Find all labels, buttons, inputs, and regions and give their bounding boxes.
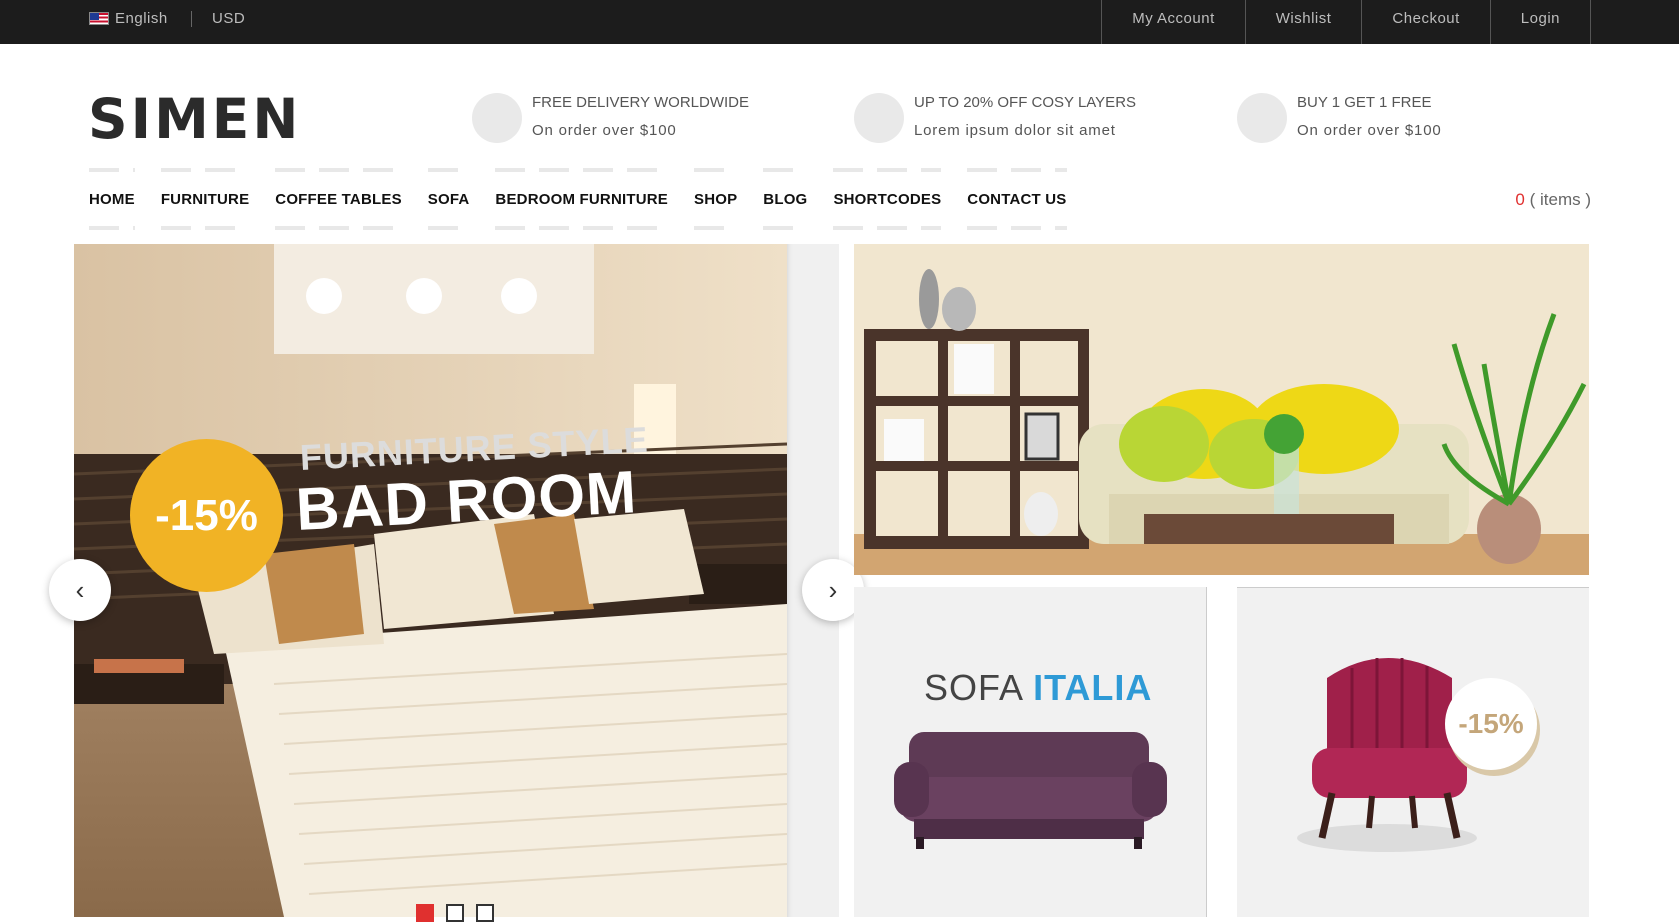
banner-living-room[interactable] [854,244,1589,575]
hero-slide-bedroom[interactable]: -15% FURNITURE STYLE BAD ROOM [74,244,787,917]
nav-link-furniture[interactable]: FURNITURE [161,168,249,232]
promo-subtitle: Lorem ipsum dolor sit amet [914,122,1116,139]
nav-item-shop: SHOP [693,168,738,232]
nav-link-shop[interactable]: SHOP [694,168,737,232]
promo-discount: UP TO 20% OFF COSY LAYERS Lorem ipsum do… [854,93,1136,143]
nav-link-blog[interactable]: BLOG [763,168,807,232]
banner-sofa-italia[interactable]: SOFA ITALIA [854,587,1207,917]
nav-item-shortcodes: SHORTCODES [833,168,942,232]
nav-item-furniture: FURNITURE [160,168,250,232]
banner-armchair[interactable]: -15% [1237,587,1589,917]
promo-title: FREE DELIVERY WORLDWIDE [532,94,749,111]
site-logo[interactable]: SIMEN [88,90,301,148]
discount-badge: -15% [130,439,283,592]
chair-discount-badge: -15% [1445,678,1537,770]
promo-title: BUY 1 GET 1 FREE [1297,94,1432,111]
chevron-right-icon: › [828,574,838,605]
gift-icon [1237,93,1287,143]
nav-link-coffee-tables[interactable]: COFFEE TABLES [275,168,402,232]
nav-link-contact-us[interactable]: CONTACT US [967,168,1066,232]
login-link[interactable]: Login [1491,0,1591,44]
currency-selector[interactable]: USD [212,10,245,27]
living-room-image [854,244,1589,575]
nav-link-bedroom-furniture[interactable]: BEDROOM FURNITURE [495,168,668,232]
discount-icon [854,93,904,143]
language-label: English [115,10,168,27]
checkout-link[interactable]: Checkout [1362,0,1491,44]
nav-item-contact-us: CONTACT US [967,168,1067,232]
promo-subtitle: On order over $100 [532,122,677,139]
slider-pagination [416,904,494,922]
slider-dot-2[interactable] [446,904,464,922]
main-navigation: HOME FURNITURE COFFEE TABLES SOFA BEDROO… [89,168,1093,230]
slider-dot-1[interactable] [416,904,434,922]
slider-dot-3[interactable] [476,904,494,922]
chevron-left-icon: ‹ [75,574,85,605]
nav-link-shortcodes[interactable]: SHORTCODES [833,168,941,232]
nav-link-home[interactable]: HOME [89,168,135,232]
promo-title: UP TO 20% OFF COSY LAYERS [914,94,1137,111]
topbar-divider [191,11,192,27]
nav-item-blog: BLOG [763,168,808,232]
promo-subtitle: On order over $100 [1297,122,1442,139]
my-account-link[interactable]: My Account [1102,0,1246,44]
nav-link-sofa[interactable]: SOFA [428,168,470,232]
cart-count: 0 [1515,190,1525,209]
nav-item-sofa: SOFA [427,168,470,232]
promo-bogo: BUY 1 GET 1 FREE On order over $100 [1237,93,1441,143]
slider-prev-button[interactable]: ‹ [49,559,111,621]
purple-sofa-image [894,732,1167,849]
cart-summary[interactable]: 0 ( items ) [1515,190,1591,210]
us-flag-icon [89,12,109,25]
nav-item-bedroom-furniture: BEDROOM FURNITURE [495,168,668,230]
promo-free-delivery: FREE DELIVERY WORLDWIDE On order over $1… [472,93,749,143]
delivery-icon [472,93,522,143]
nav-item-coffee-tables: COFFEE TABLES [275,168,402,230]
red-armchair-image [1297,658,1477,852]
cart-label: ( items ) [1529,190,1591,209]
language-selector[interactable]: English [89,10,168,27]
nav-item-home: HOME [89,168,135,230]
top-bar: English USD My Account Wishlist Checkout… [0,0,1679,44]
account-links: My Account Wishlist Checkout Login [1101,0,1591,44]
wishlist-link[interactable]: Wishlist [1246,0,1363,44]
